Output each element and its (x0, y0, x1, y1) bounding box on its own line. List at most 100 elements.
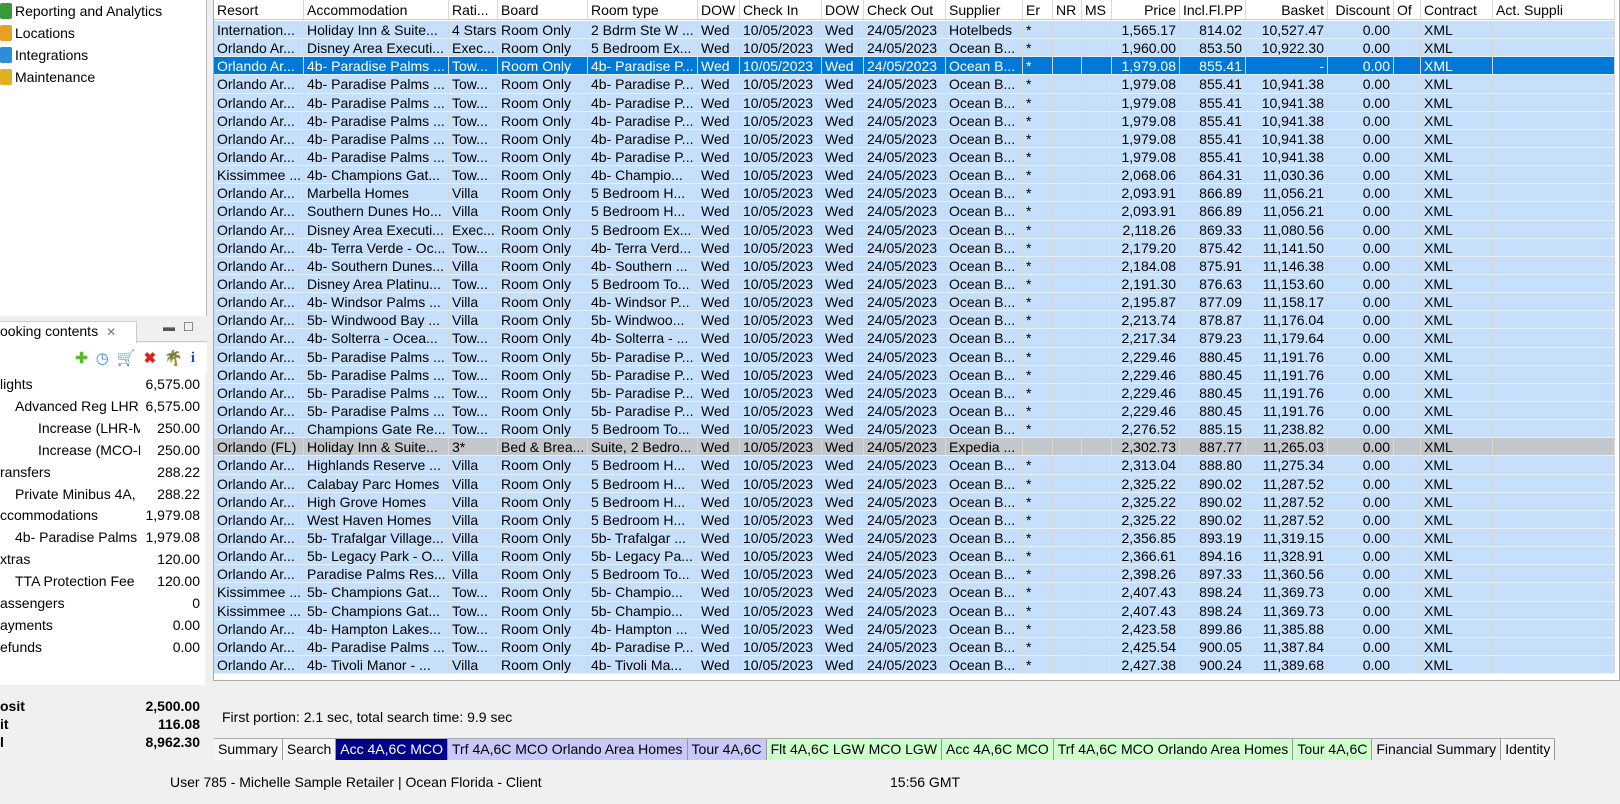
table-row[interactable]: Orlando Ar... 5b- Windwood Bay ... Villa Ro… (214, 311, 1615, 330)
column-header-incl-fl-pp[interactable]: Incl.Fl.PP (1180, 0, 1246, 19)
table-row[interactable]: Orlando Ar... Southern Dunes Ho... Villa Ro… (214, 202, 1615, 221)
clock-refresh-icon[interactable]: ◷ (96, 349, 109, 367)
booking-item[interactable]: ayments 0.00 (0, 617, 200, 639)
table-row[interactable]: Orlando Ar... Highlands Reserve ... Villa R… (214, 456, 1615, 475)
column-header-of[interactable]: Of (1394, 0, 1421, 19)
table-row[interactable]: Orlando Ar... Marbella Homes Villa Room Onl… (214, 184, 1615, 203)
booking-item[interactable]: TTA Protection Fee 120.00 (0, 573, 200, 595)
table-row[interactable]: Orlando Ar... 5b- Paradise Palms ... Tow..… (214, 347, 1615, 366)
tab-acc-4a-6c-mco[interactable]: Acc 4A,6C MCO (336, 739, 448, 760)
table-row[interactable]: Orlando Ar... 4b- Terra Verde - Oc... Tow.… (214, 238, 1615, 257)
table-row[interactable]: Orlando Ar... 5b- Paradise Palms ... Tow..… (214, 365, 1615, 384)
table-row[interactable]: Orlando Ar... Calabay Parc Homes Villa Room… (214, 474, 1615, 493)
table-row[interactable]: Kissimmee ... 5b- Champions Gat... Tow... R… (214, 583, 1615, 602)
table-row[interactable]: Orlando Ar... Disney Area Executi... Exec.… (214, 220, 1615, 239)
booking-item[interactable]: ransfers 288.22 (0, 464, 200, 486)
column-header-check-in[interactable]: Check In (740, 0, 822, 19)
column-header-nr[interactable]: NR (1053, 0, 1082, 19)
delete-icon[interactable]: ✖ (144, 349, 157, 367)
table-row[interactable]: Orlando Ar... 4b- Paradise Palms ... Tow..… (214, 57, 1615, 76)
column-header-resort[interactable]: Resort (214, 0, 304, 19)
tab-search[interactable]: Search (282, 739, 337, 760)
cart-move-icon[interactable]: 🛒 (117, 349, 136, 367)
booking-item[interactable]: Advanced Reg LHR: 6,575.00 (0, 398, 200, 420)
column-header-ms[interactable]: MS (1082, 0, 1112, 19)
table-row[interactable]: Orlando Ar... Disney Area Platinu... Tow..… (214, 274, 1615, 294)
table-row[interactable]: Orlando Ar... 5b- Paradise Palms ... Tow..… (214, 401, 1615, 421)
cell-basket: 11,191.76 (1246, 401, 1328, 420)
booking-item[interactable]: Private Minibus 4A, 288.22 (0, 486, 200, 508)
table-row[interactable]: Orlando Ar... 4b- Paradise Palms ... Tow..… (214, 111, 1615, 130)
table-row[interactable]: Orlando Ar... 4b- Tivoli Manor - ... Villa… (214, 655, 1615, 675)
add-icon[interactable]: ✚ (75, 349, 88, 367)
table-row[interactable]: Orlando Ar... 4b- Paradise Palms ... Tow..… (214, 129, 1615, 148)
table-row[interactable]: Orlando Ar... 4b- Paradise Palms ... Tow..… (214, 637, 1615, 656)
maximize-icon[interactable]: ☐ (183, 320, 194, 334)
tree-item-locations[interactable]: Locations (0, 23, 75, 43)
column-header-discount[interactable]: Discount (1328, 0, 1394, 19)
table-row[interactable]: Orlando Ar... 5b- Paradise Palms ... Tow..… (214, 383, 1615, 402)
tree-item-maintenance[interactable]: Maintenance (0, 67, 95, 87)
column-header-check-out[interactable]: Check Out (864, 0, 946, 19)
table-row[interactable]: Orlando Ar... High Grove Homes Villa Room O… (214, 492, 1615, 511)
info-icon[interactable]: i (191, 350, 195, 367)
booking-item[interactable]: 4b- Paradise Palms 1,979.08 (0, 529, 200, 551)
tab-trf-4a-6c-mco-orlando-area-homes[interactable]: Trf 4A,6C MCO Orlando Area Homes (1053, 739, 1294, 760)
cell-dow: Wed (698, 365, 740, 383)
tab-identity[interactable]: Identity (1501, 739, 1556, 760)
column-header-dow[interactable]: DOW (822, 0, 864, 19)
table-row[interactable]: Orlando (FL) Holiday Inn & Suite... 3* Bed … (214, 438, 1615, 457)
table-row[interactable]: Orlando Ar... 4b- Paradise Palms ... Tow..… (214, 93, 1615, 112)
column-header-price[interactable]: Price (1112, 0, 1180, 19)
column-header-contract[interactable]: Contract (1421, 0, 1493, 19)
tab-tour-4a-6c[interactable]: Tour 4A,6C (1293, 739, 1373, 760)
cell-check-out: 24/05/2023 (864, 619, 946, 637)
tab-tour-4a-6c[interactable]: Tour 4A,6C (687, 739, 767, 760)
booking-item[interactable]: xtras 120.00 (0, 551, 200, 573)
booking-item[interactable]: Increase (LHR-M 250.00 (0, 420, 200, 442)
table-row[interactable]: Kissimmee ... 4b- Champions Gat... Tow... R… (214, 166, 1615, 185)
column-header-act-suppli[interactable]: Act. Suppli (1493, 0, 1615, 19)
close-icon[interactable]: ✕ (106, 325, 116, 339)
minimize-icon[interactable]: ▬ (163, 320, 175, 334)
table-row[interactable]: Internation... Holiday Inn & Suite... 4 St… (214, 21, 1615, 40)
tab-summary[interactable]: Summary (214, 739, 283, 760)
column-header-supplier[interactable]: Supplier (946, 0, 1023, 19)
column-header-accommodation[interactable]: Accommodation (304, 0, 449, 19)
table-row[interactable]: Orlando Ar... 4b- Hampton Lakes... Tow... R… (214, 619, 1615, 638)
table-row[interactable]: Orlando Ar... West Haven Homes Villa Room O… (214, 510, 1615, 529)
column-header-room-type[interactable]: Room type (588, 0, 698, 19)
tab-financial-summary[interactable]: Financial Summary (1372, 739, 1502, 760)
table-row[interactable]: Orlando Ar... 4b- Southern Dunes... Villa R… (214, 256, 1615, 275)
booking-contents-tab[interactable]: ooking contents ✕ (0, 321, 137, 343)
table-row[interactable]: Orlando Ar... 4b- Paradise Palms ... Tow..… (214, 147, 1615, 167)
table-row[interactable]: Orlando Ar... Paradise Palms Res... Villa R… (214, 565, 1615, 584)
holiday-icon[interactable]: 🌴 (164, 349, 183, 367)
tree-item-reporting-and-analytics[interactable]: Reporting and Analytics (0, 1, 162, 21)
cell-of (1394, 147, 1421, 166)
booking-item[interactable]: ccommodations 1,979.08 (0, 507, 200, 529)
cell-room-type: 4b- Solterra - ... (588, 329, 698, 347)
column-header-basket[interactable]: Basket (1246, 0, 1328, 19)
table-row[interactable]: Orlando Ar... Disney Area Executi... Exec.… (214, 39, 1615, 58)
table-row[interactable]: Orlando Ar... Champions Gate Re... Tow... R… (214, 420, 1615, 439)
tab-trf-4a-6c-mco-orlando-area-homes[interactable]: Trf 4A,6C MCO Orlando Area Homes (447, 739, 688, 760)
table-row[interactable]: Orlando Ar... 4b- Windsor Palms ... Villa R… (214, 293, 1615, 312)
table-row[interactable]: Orlando Ar... 5b- Legacy Park - O... Villa… (214, 547, 1615, 566)
table-row[interactable]: Kissimmee ... 5b- Champions Gat... Tow... R… (214, 601, 1615, 620)
booking-item[interactable]: efunds 0.00 (0, 639, 200, 661)
booking-item[interactable]: Increase (MCO-I 250.00 (0, 442, 200, 464)
table-row[interactable]: Orlando Ar... 4b- Solterra - Ocea... Tow..… (214, 329, 1615, 348)
column-header-rati-[interactable]: Rati... (449, 0, 498, 19)
column-header-dow[interactable]: DOW (698, 0, 740, 19)
table-row[interactable]: Orlando Ar... 4b- Paradise Palms ... Tow..… (214, 75, 1615, 94)
booking-item[interactable]: lights 6,575.00 (0, 376, 200, 398)
tab-flt-4a-6c-lgw-mco-lgw[interactable]: Flt 4A,6C LGW MCO LGW (766, 739, 943, 760)
tree-item-integrations[interactable]: Integrations (0, 45, 88, 65)
column-header-er[interactable]: Er (1023, 0, 1053, 19)
cell-check-in: 10/05/2023 (740, 583, 822, 601)
table-row[interactable]: Orlando Ar... 5b- Trafalgar Village... Vil… (214, 528, 1615, 548)
tab-acc-4a-6c-mco[interactable]: Acc 4A,6C MCO (942, 739, 1054, 760)
booking-item[interactable]: assengers 0 (0, 595, 200, 617)
column-header-board[interactable]: Board (498, 0, 588, 19)
